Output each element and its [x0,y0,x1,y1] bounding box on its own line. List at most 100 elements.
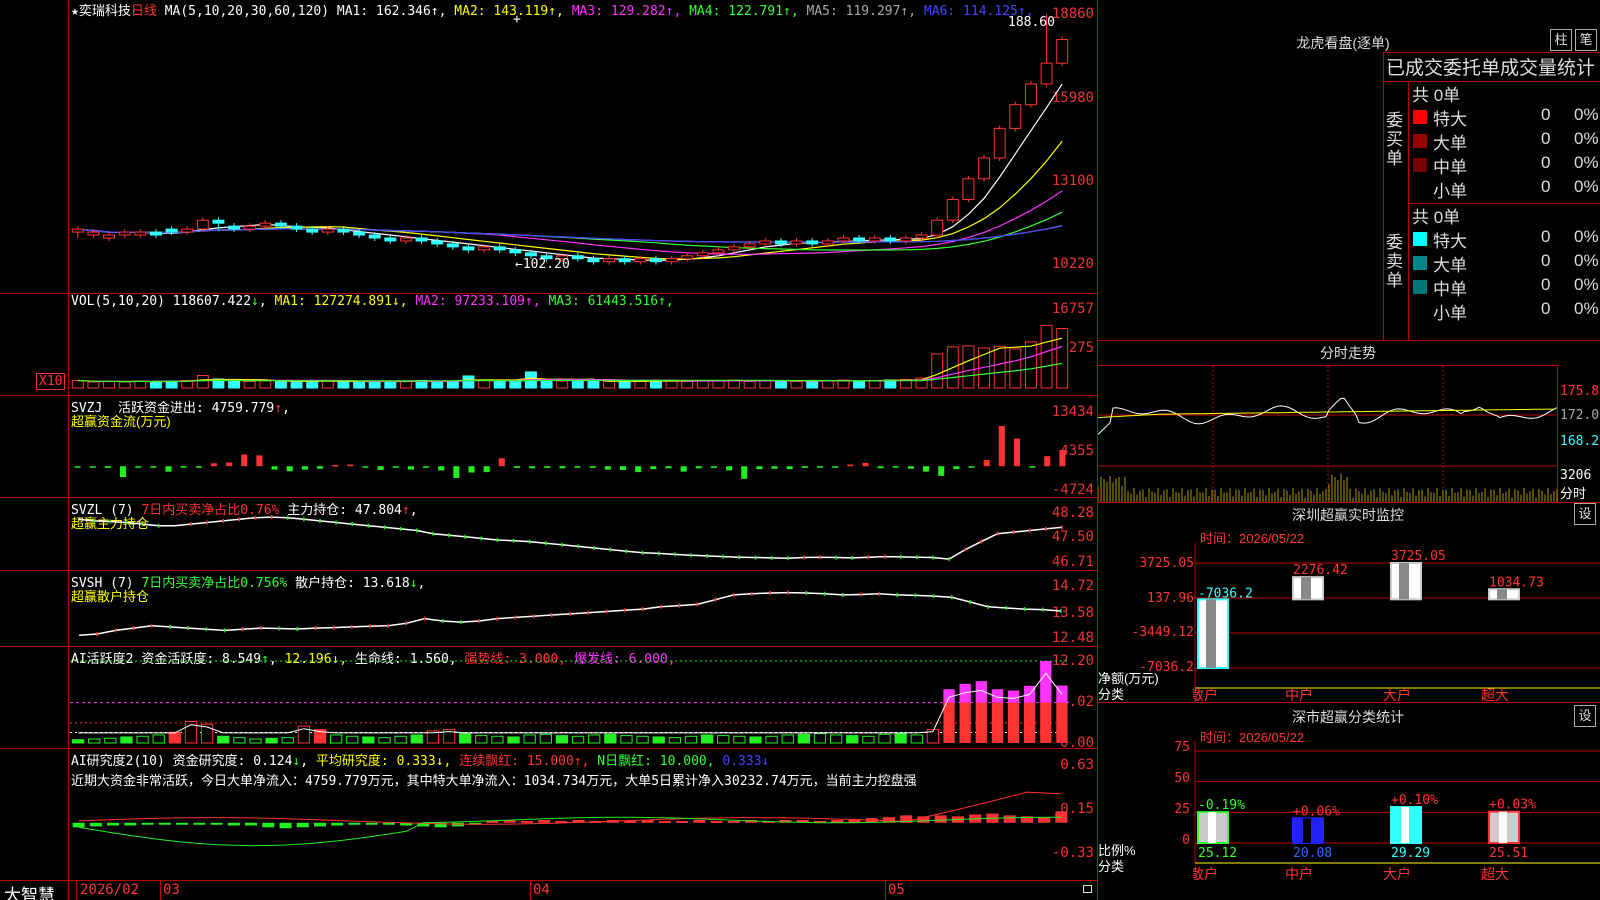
research-bar [210,822,223,825]
flow-bar [256,455,263,467]
flow-bar [953,466,960,470]
flow-bar [862,462,869,467]
classify-change-label: +0.03% [1489,798,1536,813]
order-count: 0 [1541,177,1551,196]
candle-body [728,246,741,251]
volume-bar [696,379,709,389]
volume-bar [806,380,819,389]
monitor-y-label: 137.96 [1147,591,1194,606]
order-size-name: 小单 [1433,182,1467,201]
order-count: 0 [1541,153,1551,172]
candle-body [290,225,303,230]
svzl-chart [78,515,1063,562]
flow-bar [620,466,627,470]
flow-bar [589,466,596,468]
intraday-price: 172.0 [1560,408,1600,423]
candle-body [681,255,694,260]
classify-value-label: 25.51 [1489,846,1528,861]
bar-view-button[interactable]: 柱 [1550,29,1572,51]
ai-research-panel[interactable]: AI研究度2(10) 资金研究度: 0.124↓, 平均研究度: 0.333↓,… [0,749,1098,880]
research-bar [1038,817,1051,823]
candle-body [696,252,709,257]
volume-bar [868,379,881,389]
candle-body [337,228,350,233]
flow-bar [998,426,1005,467]
active-bar [959,702,971,743]
candlestick-chart[interactable] [70,0,1096,293]
volume-bar [1056,328,1069,389]
active-bar [1007,702,1020,743]
color-swatch [1413,232,1427,246]
volume-bar [149,380,162,389]
intraday-price: 175.8 [1560,384,1600,399]
flow-bar [241,454,248,467]
candle-body [634,258,647,263]
order-percent: 0% [1574,275,1599,294]
active-bar [523,734,536,744]
flow-bar [877,466,884,469]
brand-label: 大智慧 [4,886,55,900]
ma-line [77,190,1063,255]
order-size-row: 中单 0 0% [1409,275,1600,299]
order-size-row: 大单 0 0% [1409,251,1600,275]
candle-body [306,228,319,233]
buy-side-label: 委买单 [1386,111,1403,168]
candle-body [978,157,991,180]
volume-bar [712,380,725,389]
svsh-panel[interactable]: SVSH (7) 7日内买卖净占比0.756% 散户持仓: 13.618↓, 超… [0,571,1098,646]
flow-bar [498,458,505,467]
candle-body [524,252,537,257]
research-bar [279,822,292,829]
research-bar [624,820,637,823]
volume-bar [321,380,334,389]
research-bar [227,822,240,826]
active-bar [378,737,391,744]
tick-view-button[interactable]: 笔 [1575,29,1597,51]
volume-bar [821,379,834,389]
svsh-chart [79,590,1062,636]
candle-body [899,237,912,242]
volume-bar [603,380,616,389]
intraday-title: 分时走势 [1320,345,1376,361]
active-bar [281,737,294,744]
research-bar [710,820,723,823]
svzl-panel[interactable]: SVZL (7) 7日内买卖净占比0.76% 主力持仓: 47.804↑, 超赢… [0,498,1098,570]
flow-bar [150,466,157,468]
active-bar [329,734,343,744]
candle-body [571,255,584,260]
volume-panel[interactable]: VOL(5,10,20) 118607.422↓, MA1: 127274.89… [0,294,1098,395]
volume-bar [993,345,1006,389]
active-bar [168,731,181,744]
order-count: 0 [1541,105,1551,124]
candle-body [228,225,241,230]
classify-panel[interactable]: 深市超赢分类统计 设 时间：2026/05/22 75 50 25 0 比例% … [1098,702,1600,900]
flow-bar [832,466,839,468]
classify-value-label: 29.29 [1391,846,1430,861]
monitor-value-label: 2276.42 [1293,563,1348,578]
research-bar [538,820,551,823]
vol-unit-label[interactable]: X10 [36,373,66,390]
svzj-panel[interactable]: SVZJ 活跃资金进出: 4759.779↑, 超赢资金流(万元) 13434 … [0,396,1098,498]
research-bar [262,822,275,828]
monitor-panel[interactable]: 深圳超赢实时监控 设 时间：2026/05/22 3725.05 137.96 … [1098,502,1600,703]
active-bar-top [1007,690,1020,703]
vol-ma-line [77,337,1063,383]
buy-rows: 特大 0 0% 大单 0 0% 中单 0 0% 小单 0 0% [1409,105,1600,201]
svzj-chart [74,426,1066,479]
ai-active-panel[interactable]: AI活跃度2 资金活跃度: 8.549↑, 12.196↓, 生命线: 1.56… [0,647,1098,751]
volume-bar [399,380,412,389]
flow-bar [347,464,354,467]
flow-bar [74,466,81,468]
intraday-panel[interactable]: 分时走势 175.8 172.0 168.2 3206 分时 [1098,340,1600,503]
lock-icon[interactable] [1083,885,1092,893]
volume-bar [493,380,506,389]
candle-body [415,237,428,242]
active-bar [813,733,827,744]
price-panel[interactable]: ★奕瑞科技日线 MA(5,10,20,30,60,120) MA1: 162.3… [0,0,1098,293]
sell-total: 共 0单 [1412,208,1461,227]
research-bar [693,820,706,823]
classify-settings-button[interactable]: 设 [1574,705,1596,727]
volume-bar [478,379,491,389]
volume-bar [337,380,350,389]
monitor-settings-button[interactable]: 设 [1574,503,1596,525]
